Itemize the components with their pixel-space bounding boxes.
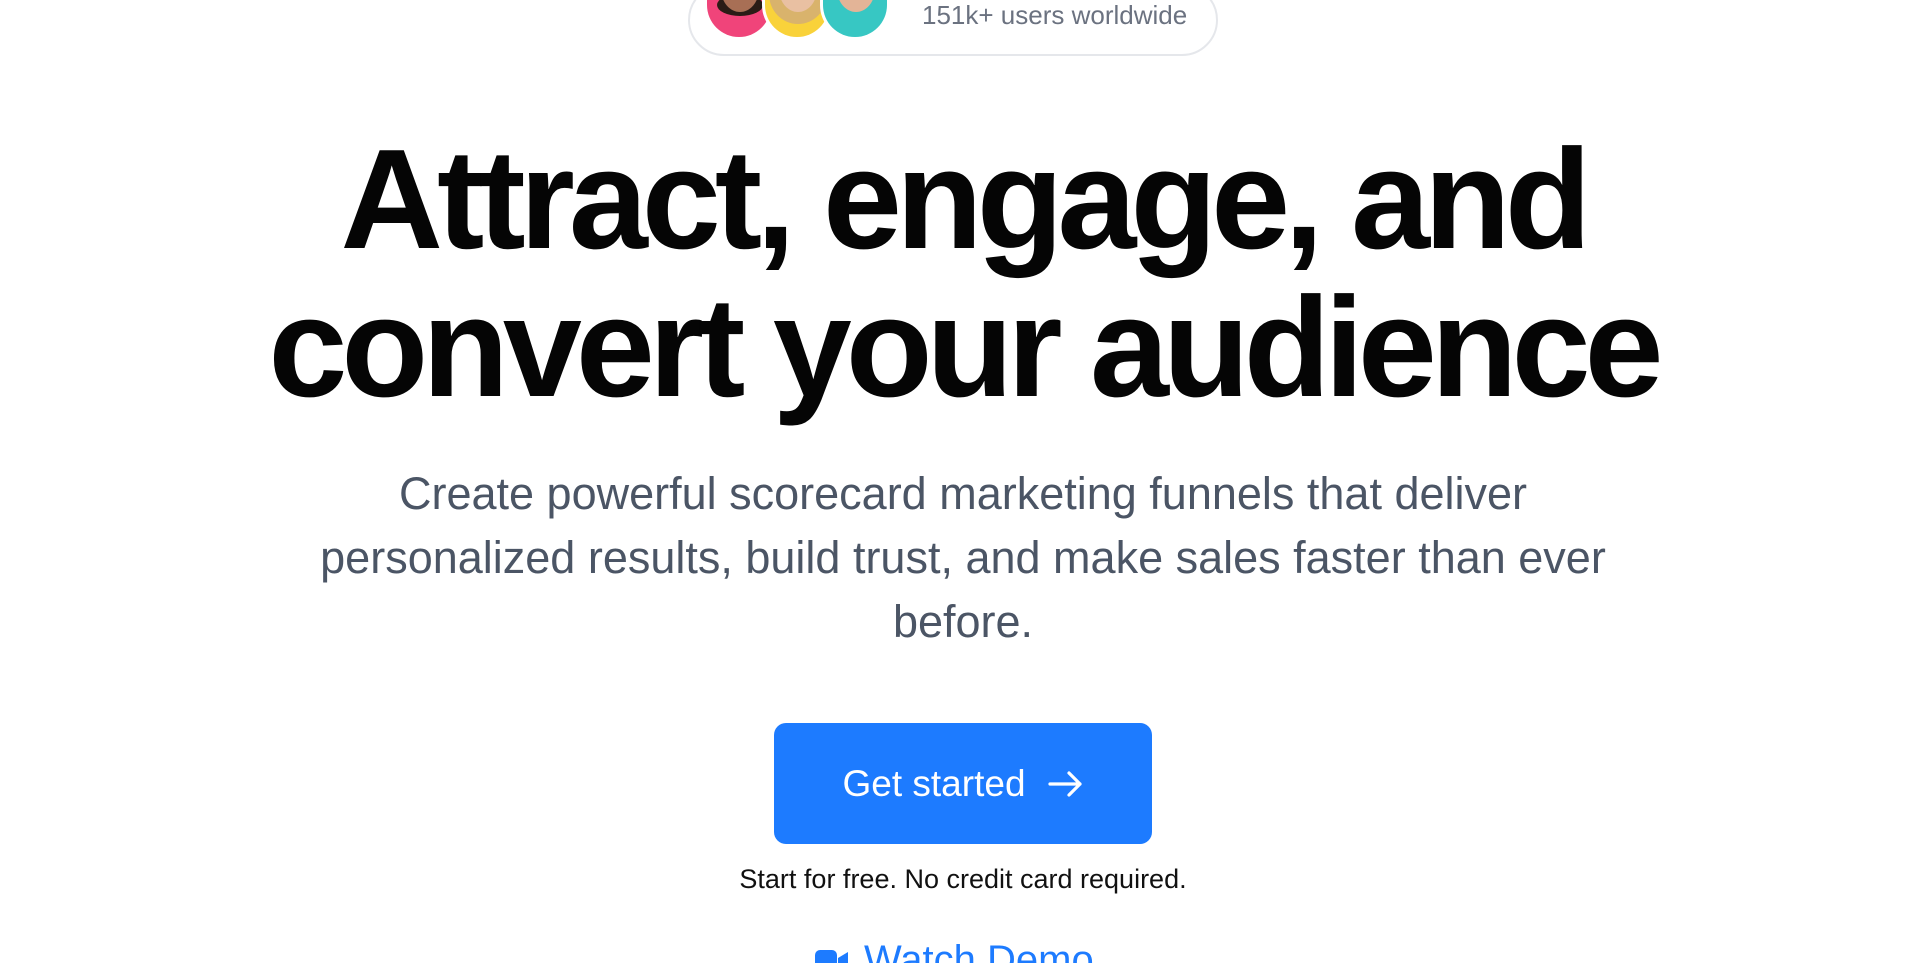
watch-demo-link[interactable]: Watch Demo [814,938,1094,963]
headline-line-2: convert your audience [268,268,1663,427]
user-avatars [704,0,904,40]
headline-line-1: Attract, engage, and [340,120,1591,279]
landing-hero: 151k+ users worldwide Attract, engage, a… [0,0,1926,963]
get-started-button[interactable]: Get started [774,723,1152,844]
arrow-right-icon [1047,770,1082,797]
avatar [820,0,890,40]
hero-subheadline: Create powerful scorecard marketing funn… [320,468,1606,647]
no-credit-card-note: Start for free. No credit card required. [739,864,1187,894]
social-proof-text: 151k+ users worldwide [922,0,1188,30]
get-started-label: Get started [842,762,1026,804]
watch-demo-label: Watch Demo [864,938,1094,963]
hero-headline: Attract, engage, and convert your audien… [0,126,1926,422]
video-camera-icon [815,949,848,963]
social-proof-badge: 151k+ users worldwide [688,0,1218,56]
